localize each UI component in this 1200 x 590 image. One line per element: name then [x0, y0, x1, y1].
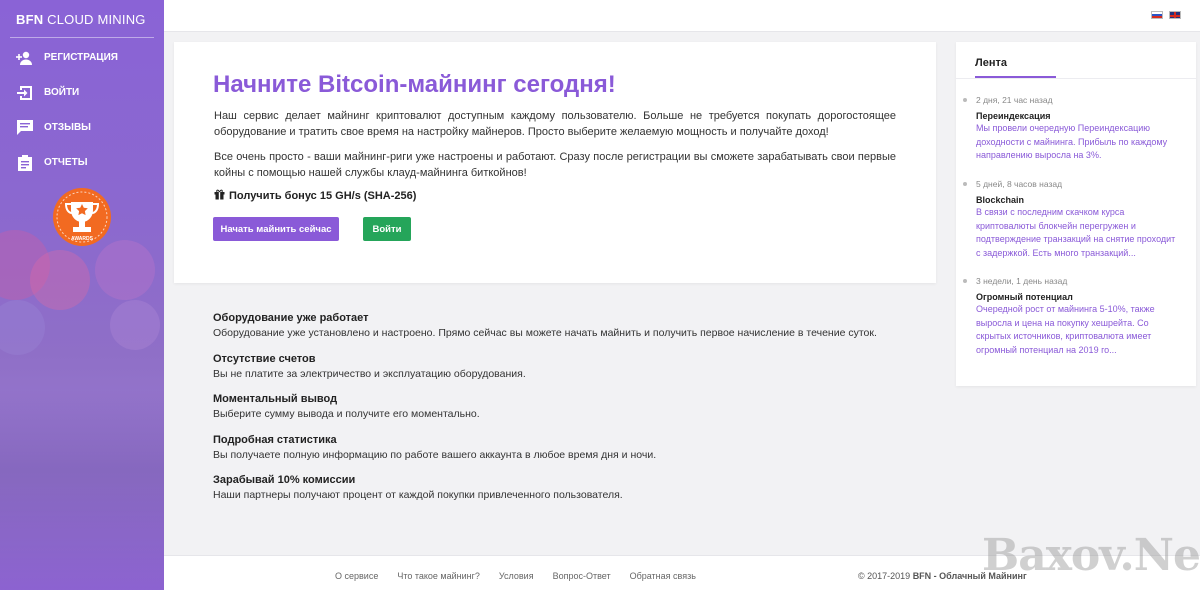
timeline-dot [963, 98, 967, 102]
feature-item: Подробная статистика Вы получаете полную… [213, 433, 913, 474]
sidebar-item-label: РЕГИСТРАЦИЯ [44, 52, 118, 63]
background-field [0, 390, 164, 590]
background-balloon [110, 300, 160, 350]
feature-text: Наши партнеры получают процент от каждой… [213, 489, 623, 501]
feature-title: Оборудование уже работает [213, 312, 369, 324]
sidebar-item-reviews[interactable]: ОТЗЫВЫ [0, 110, 164, 145]
sidebar-item-register[interactable]: РЕГИСТРАЦИЯ [0, 40, 164, 75]
feature-text: Выберите сумму вывода и получите его мом… [213, 408, 480, 420]
background-balloon [30, 250, 90, 310]
brand-prefix: BFN [16, 12, 44, 27]
hero-paragraph-1: Наш сервис делает майнинг криптовалют до… [214, 110, 896, 138]
feed-item[interactable]: 3 недели, 1 день назад Огромный потенциа… [963, 275, 1182, 357]
timeline-dot [963, 279, 967, 283]
feature-item: Зарабывай 10% комиссии Наши партнеры пол… [213, 473, 913, 514]
gift-icon [214, 189, 225, 203]
comment-icon [16, 119, 34, 137]
footer-link-about[interactable]: О сервисе [335, 571, 378, 581]
features-list: Оборудование уже работает Оборудование у… [213, 311, 913, 514]
feed-item-time: 5 дней, 8 часов назад [976, 179, 1063, 189]
feed-title: Лента [975, 57, 1007, 69]
timeline-dot [963, 182, 967, 186]
award-badge: AWARDS [53, 188, 111, 246]
footer-link-faq[interactable]: Вопрос-Ответ [553, 571, 611, 581]
feed-divider [956, 78, 1196, 79]
feature-text: Вы не платите за электричество и эксплуа… [213, 367, 526, 380]
feed-item-text: Мы провели очередную Переиндексацию дохо… [976, 123, 1168, 160]
feed-item-title: Blockchain [976, 195, 1025, 205]
bonus-text: Получить бонус 15 GH/s (SHA-256) [229, 190, 417, 202]
hero-card: Начните Bitcoin-майнинг сегодня! Наш сер… [174, 42, 936, 283]
feed-item-title: Переиндексация [976, 111, 1051, 121]
brand-divider [10, 37, 154, 38]
sidebar-item-label: ОТЧЕТЫ [44, 157, 88, 168]
language-en-flag-icon[interactable] [1169, 11, 1181, 19]
feature-item: Оборудование уже работает Оборудование у… [213, 311, 913, 352]
news-feed: Лента 2 дня, 21 час назад Переиндексация… [956, 42, 1196, 386]
brand-logo[interactable]: BFN CLOUD MINING [16, 12, 146, 27]
feed-item-title: Огромный потенциал [976, 292, 1073, 302]
sidebar-menu: РЕГИСТРАЦИЯ ВОЙТИ ОТЗЫВЫ ОТЧЕТЫ [0, 40, 164, 180]
hero-title: Начните Bitcoin-майнинг сегодня! [213, 71, 616, 98]
footer-link-what-is-mining[interactable]: Что такое майнинг? [397, 571, 480, 581]
feed-item-time: 3 недели, 1 день назад [976, 276, 1068, 286]
feature-text: Оборудование уже установлено и настроено… [213, 327, 877, 339]
sidebar-item-reports[interactable]: ОТЧЕТЫ [0, 145, 164, 180]
feature-text: Вы получаете полную информацию по работе… [213, 448, 657, 461]
svg-text:AWARDS: AWARDS [71, 236, 94, 242]
feed-item-time: 2 дня, 21 час назад [976, 95, 1053, 105]
copyright-prefix: © 2017-2019 [858, 571, 911, 581]
login-icon [16, 84, 34, 102]
background-balloon [95, 240, 155, 300]
footer-links: О сервисе Что такое майнинг? Условия Воп… [335, 571, 696, 581]
brand-name: CLOUD MINING [47, 12, 146, 27]
sidebar-item-label: ОТЗЫВЫ [44, 122, 91, 133]
feature-item: Отсутствие счетов Вы не платите за элект… [213, 352, 913, 393]
feed-item-text: В связи с последним скачком курса крипто… [976, 207, 1176, 258]
hero-paragraph-2: Все очень просто - ваши майнинг-риги уже… [214, 151, 896, 179]
watermark: Baxov.Net [982, 530, 1200, 581]
background-balloon [0, 300, 45, 355]
feed-item-text: Очередной рост от майнинга 5-10%, также … [976, 304, 1155, 355]
feature-item: Моментальный вывод Выберите сумму вывода… [213, 392, 913, 433]
top-bar [164, 0, 1200, 32]
feature-title: Отсутствие счетов [213, 352, 316, 365]
sidebar-item-login[interactable]: ВОЙТИ [0, 75, 164, 110]
feed-item[interactable]: 5 дней, 8 часов назад Blockchain В связи… [963, 178, 1182, 260]
feature-title: Зарабывай 10% комиссии [213, 474, 356, 486]
login-button[interactable]: Войти [363, 217, 411, 241]
start-mining-button[interactable]: Начать майнить сейчас [213, 217, 339, 241]
clipboard-icon [16, 154, 34, 172]
sidebar: BFN CLOUD MINING РЕГИСТРАЦИЯ ВОЙТИ ОТЗЫВ… [0, 0, 164, 590]
feature-title: Подробная статистика [213, 433, 337, 446]
add-user-icon [16, 49, 34, 67]
feed-item[interactable]: 2 дня, 21 час назад Переиндексация Мы пр… [963, 94, 1182, 163]
language-ru-flag-icon[interactable] [1151, 11, 1163, 19]
footer-link-terms[interactable]: Условия [499, 571, 534, 581]
footer-link-contact[interactable]: Обратная связь [630, 571, 696, 581]
feature-title: Моментальный вывод [213, 393, 338, 405]
bonus-link[interactable]: Получить бонус 15 GH/s (SHA-256) [214, 189, 416, 203]
sidebar-item-label: ВОЙТИ [44, 87, 80, 98]
